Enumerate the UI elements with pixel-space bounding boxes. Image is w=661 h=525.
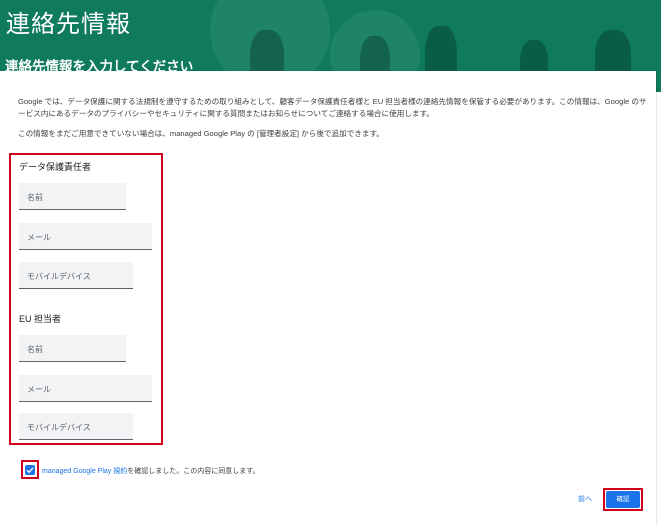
intro-paragraph: Google では、データ保護に関する法規制を遵守するための取り組みとして、顧客… bbox=[18, 97, 647, 118]
agreement-label: を確認しました。この内容に同意します。 bbox=[127, 468, 260, 475]
checkbox-highlight-box bbox=[21, 460, 39, 479]
form-highlight-box bbox=[9, 153, 163, 445]
intro-note: この情報をまだご用意できていない場合は、managed Google Play … bbox=[18, 129, 384, 138]
back-button[interactable]: 前へ bbox=[578, 494, 592, 504]
agreement-text: managed Google Play 規約を確認しました。この内容に同意します… bbox=[42, 466, 260, 476]
confirm-highlight-box bbox=[603, 488, 643, 511]
page-title: 連絡先情報 bbox=[6, 11, 131, 38]
terms-link[interactable]: managed Google Play 規約 bbox=[42, 468, 127, 475]
